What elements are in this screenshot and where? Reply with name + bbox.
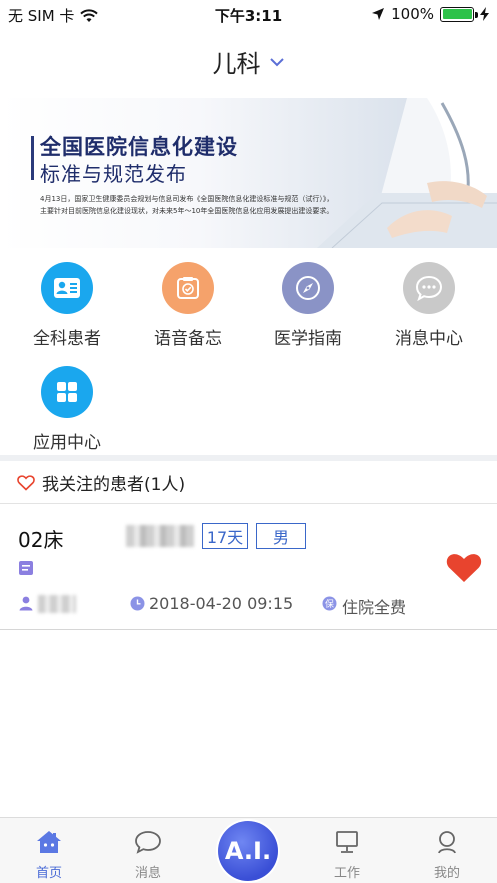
insurance-icon: 保 <box>322 596 337 611</box>
department-selector[interactable]: 儿科 <box>213 44 285 79</box>
compass-icon <box>282 262 334 314</box>
tab-bar: 首页 消息 A.I. 工作 我的 <box>0 817 497 883</box>
quick-action-label: 医学指南 <box>274 329 342 349</box>
tab-profile[interactable]: 我的 <box>412 830 482 881</box>
note-icon <box>19 561 33 575</box>
battery-percent: 100% <box>391 5 434 23</box>
quick-action-app-center[interactable]: 应用中心 <box>17 366 117 453</box>
patient-meta-row: 2018-04-20 09:15 保 住院全费 <box>18 593 488 617</box>
message-icon <box>135 831 161 854</box>
clock-icon <box>130 596 145 611</box>
chat-bubble-icon <box>403 262 455 314</box>
battery-fill <box>442 9 472 19</box>
section-title: 我关注的患者(1人) <box>42 475 186 495</box>
tab-home[interactable]: 首页 <box>14 830 84 881</box>
tab-messages[interactable]: 消息 <box>113 830 183 881</box>
quick-action-voice-memo[interactable]: 语音备忘 <box>138 262 238 349</box>
quick-action-label: 消息中心 <box>395 329 463 349</box>
section-divider <box>0 455 497 461</box>
patient-card[interactable]: 02床 17天 男 2018-04-20 09:15 保 住院全费 <box>0 505 497 630</box>
monitor-icon <box>336 831 358 853</box>
apps-grid-icon <box>41 366 93 418</box>
ai-label: A.I. <box>224 837 272 865</box>
home-icon <box>37 831 61 853</box>
stay-days-badge: 17天 <box>202 523 248 549</box>
heart-filled-icon[interactable] <box>445 552 483 584</box>
banner-headline: 全国医院信息化建设 <box>40 135 238 159</box>
patient-card-icon <box>41 262 93 314</box>
doctor-icon <box>19 596 33 611</box>
doctor-keyboard-illustration <box>317 98 497 248</box>
quick-action-medical-guide[interactable]: 医学指南 <box>258 262 358 349</box>
quick-action-message-center[interactable]: 消息中心 <box>379 262 479 349</box>
tab-label: 我的 <box>433 866 460 881</box>
tab-label: 工作 <box>333 866 360 881</box>
admit-time: 2018-04-20 09:15 <box>149 594 294 613</box>
quick-action-all-patients[interactable]: 全科患者 <box>17 262 117 349</box>
doctor-name-redacted <box>38 595 76 613</box>
news-banner[interactable]: 全国医院信息化建设 标准与规范发布 4月13日，国家卫生健康委员会规划与信息司发… <box>0 98 497 248</box>
sex-badge: 男 <box>256 523 306 549</box>
header: 儿科 <box>0 44 497 84</box>
followed-patients-header: 我关注的患者(1人) <box>0 462 497 504</box>
tab-label: 消息 <box>134 866 161 881</box>
tab-label: 首页 <box>35 866 62 881</box>
banner-accent-bar <box>31 136 34 180</box>
quick-action-label: 语音备忘 <box>154 329 222 349</box>
svg-text:保: 保 <box>325 598 334 610</box>
quick-action-label: 全科患者 <box>33 329 101 349</box>
page-title: 儿科 <box>212 50 261 78</box>
quick-action-label: 应用中心 <box>33 433 101 453</box>
bed-number: 02床 <box>18 528 64 552</box>
banner-subheadline: 标准与规范发布 <box>40 162 187 186</box>
status-bar: 无 SIM 卡 下午3:11 100% <box>0 0 497 28</box>
chevron-down-icon <box>269 57 284 66</box>
location-arrow-icon <box>372 8 385 20</box>
tab-work[interactable]: 工作 <box>312 830 382 881</box>
memo-check-icon <box>162 262 214 314</box>
fee-type: 住院全费 <box>342 598 407 617</box>
ai-assistant-button[interactable]: A.I. <box>218 821 278 881</box>
heart-outline-icon <box>17 474 35 491</box>
battery-icon <box>440 6 478 22</box>
profile-icon <box>438 831 456 854</box>
patient-name-redacted <box>126 525 194 547</box>
charging-icon <box>480 7 489 21</box>
